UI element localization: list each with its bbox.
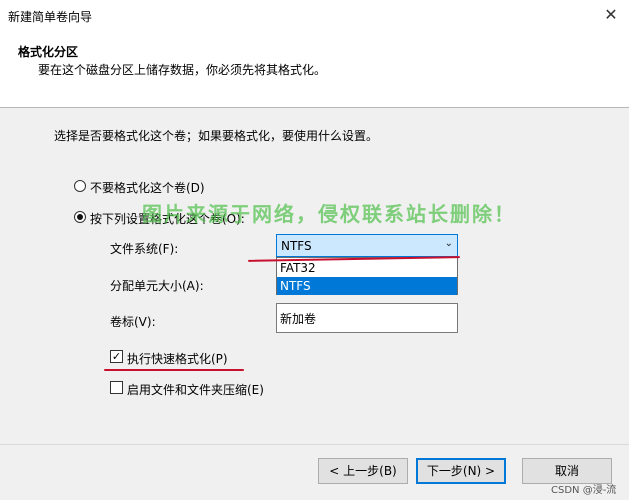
watermark-text: 图片来源于网络，侵权联系站长删除！ — [142, 202, 516, 226]
quick-format-checkbox[interactable]: ✓ — [110, 350, 123, 363]
file-system-select[interactable]: NTFS ⌄ — [276, 234, 458, 257]
compression-label[interactable]: 启用文件和文件夹压缩(E) — [127, 381, 264, 398]
annotation-underline — [104, 369, 244, 371]
chevron-down-icon: ⌄ — [444, 238, 453, 249]
dropdown-option-ntfs[interactable]: NTFS — [277, 277, 457, 295]
window-title: 新建简单卷向导 — [8, 10, 93, 24]
title-bar: 新建简单卷向导 ✕ — [0, 0, 629, 32]
radio-no-format[interactable] — [74, 180, 86, 192]
quick-format-label[interactable]: 执行快速格式化(P) — [127, 350, 228, 367]
csdn-watermark: CSDN @浸-流 — [551, 485, 617, 496]
page-description: 要在这个磁盘分区上储存数据，你必须先将其格式化。 — [38, 63, 327, 77]
radio-format[interactable] — [74, 211, 86, 223]
dropdown-option-fat32[interactable]: FAT32 — [277, 259, 457, 277]
back-button[interactable]: < 上一步(B) — [318, 458, 408, 484]
file-system-label: 文件系统(F): — [110, 242, 179, 256]
prompt-text: 选择是否要格式化这个卷；如果要格式化，要使用什么设置。 — [54, 129, 379, 143]
volume-label-input[interactable] — [276, 303, 458, 333]
alloc-unit-label: 分配单元大小(A): — [110, 279, 204, 293]
file-system-dropdown: FAT32 NTFS — [276, 257, 458, 295]
radio-no-format-label[interactable]: 不要格式化这个卷(D) — [90, 179, 205, 196]
page-title: 格式化分区 — [18, 45, 79, 59]
compression-checkbox[interactable] — [110, 381, 123, 394]
close-icon[interactable]: ✕ — [600, 4, 622, 26]
file-system-value: NTFS — [281, 239, 312, 253]
wizard-header: 格式化分区 要在这个磁盘分区上储存数据，你必须先将其格式化。 — [0, 32, 629, 108]
volume-label-label: 卷标(V): — [110, 315, 156, 329]
next-button[interactable]: 下一步(N) > — [416, 458, 506, 484]
